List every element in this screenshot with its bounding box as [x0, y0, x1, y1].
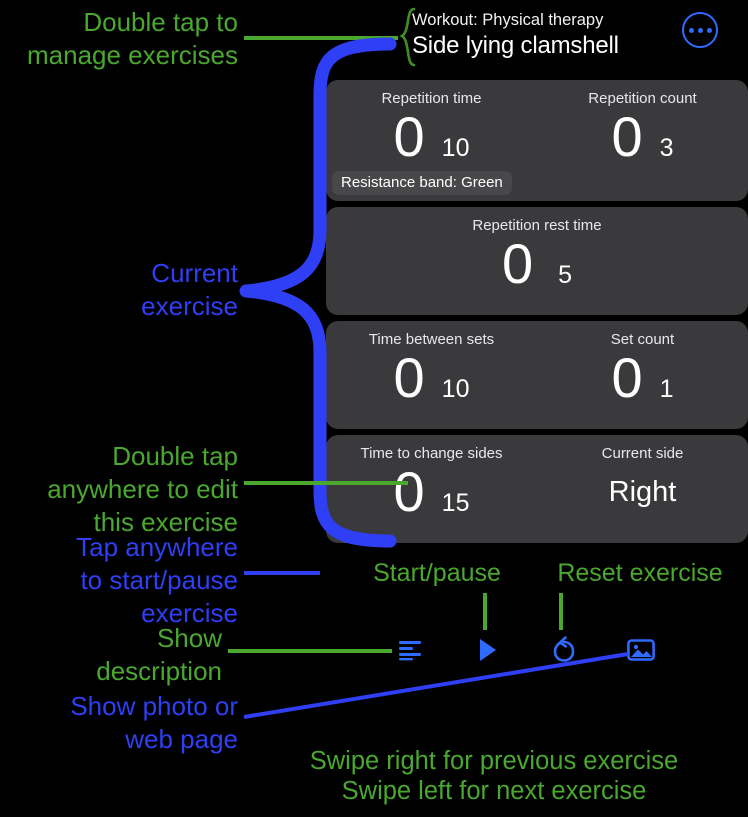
- workout-label: Workout: Physical therapy: [412, 11, 604, 29]
- play-triangle-glyph: [480, 639, 496, 661]
- annotation-swipe-hint: Swipe right for previous exercise Swipe …: [309, 747, 679, 805]
- photo-image-glyph: [627, 639, 655, 661]
- exercise-title: Side lying clamshell: [412, 32, 619, 59]
- set-count-value: 0: [611, 346, 642, 409]
- time-to-change-sides-values: 0 15: [326, 464, 537, 526]
- time-between-sets-column[interactable]: Time between sets 0 10: [326, 321, 537, 412]
- annotation-edit-exercise: Double tap anywhere to edit this exercis…: [47, 441, 238, 537]
- repetition-time-column[interactable]: Repetition time 0 10: [326, 80, 537, 171]
- sets-card-columns: Time between sets 0 10 Set count 0 1: [326, 321, 748, 412]
- repetition-count-label: Repetition count: [588, 90, 697, 107]
- reset-arrow-glyph: [553, 636, 575, 662]
- set-count-values: 0 1: [537, 350, 748, 412]
- time-between-sets-target: 10: [441, 375, 470, 403]
- play-triangle-icon[interactable]: [466, 628, 510, 672]
- time-between-sets-label: Time between sets: [368, 331, 495, 348]
- set-count-label: Set count: [610, 331, 675, 348]
- annotation-manage-exercises: Double tap to manage exercises: [27, 7, 238, 70]
- resistance-band-badge: Resistance band: Green: [332, 171, 512, 195]
- annotation-toolbar-start-pause: Start/pause: [373, 559, 501, 587]
- repetition-rest-columns: Repetition rest time 0 5: [326, 207, 748, 298]
- repetition-time-target: 10: [441, 134, 470, 162]
- ellipsis-dot-3: [706, 27, 712, 33]
- repetition-card-columns: Repetition time 0 10 Repetition count 0 …: [326, 80, 748, 171]
- current-side-label: Current side: [601, 445, 684, 462]
- ellipsis-dot-2: [697, 27, 703, 33]
- header-text-block[interactable]: Workout: Physical therapy Side lying cla…: [412, 9, 670, 61]
- ellipsis-circle-icon[interactable]: [682, 12, 718, 48]
- repetition-rest-column[interactable]: Repetition rest time 0 5: [326, 207, 748, 298]
- repetition-card[interactable]: Repetition time 0 10 Repetition count 0 …: [326, 80, 748, 201]
- repetition-rest-value: 0: [501, 232, 533, 295]
- repetition-count-column[interactable]: Repetition count 0 3: [537, 80, 748, 171]
- current-side-values: Right: [537, 464, 748, 526]
- time-to-change-sides-label: Time to change sides: [360, 445, 503, 462]
- repetition-count-values: 0 3: [537, 109, 748, 171]
- sides-card-columns: Time to change sides 0 15 Current side R…: [326, 435, 748, 526]
- current-side-column[interactable]: Current side Right: [537, 435, 748, 526]
- repetition-rest-target: 5: [558, 261, 573, 289]
- time-to-change-sides-value: 0: [393, 460, 425, 523]
- time-between-sets-values: 0 10: [326, 350, 537, 412]
- sides-card[interactable]: Time to change sides 0 15 Current side R…: [326, 435, 748, 543]
- ellipsis-dot-1: [688, 27, 694, 33]
- repetition-rest-label: Repetition rest time: [472, 217, 602, 234]
- repetition-time-label: Repetition time: [381, 90, 482, 107]
- time-to-change-sides-column[interactable]: Time to change sides 0 15: [326, 435, 537, 526]
- annotation-show-photo: Show photo or web page: [70, 691, 238, 754]
- annotation-tap-start-pause: Tap anywhere to start/pause exercise: [76, 532, 238, 628]
- exercise-cards: Repetition time 0 10 Repetition count 0 …: [326, 80, 748, 549]
- description-lines-glyph: [399, 641, 421, 661]
- reset-arrow-icon[interactable]: [542, 628, 586, 672]
- repetition-rest-values: 0 5: [326, 236, 748, 298]
- repetition-time-values: 0 10: [326, 109, 537, 171]
- exercise-app-panel: Workout: Physical therapy Side lying cla…: [326, 0, 748, 817]
- repetition-time-value: 0: [393, 105, 425, 168]
- photo-image-icon[interactable]: [619, 628, 663, 672]
- exercise-toolbar: [326, 628, 748, 680]
- time-to-change-sides-target: 15: [441, 489, 470, 517]
- sets-card[interactable]: Time between sets 0 10 Set count 0 1: [326, 321, 748, 429]
- repetition-count-target: 3: [659, 134, 674, 162]
- app-header: Workout: Physical therapy Side lying cla…: [326, 6, 748, 74]
- annotation-show-description: Show description: [96, 623, 222, 686]
- set-count-target: 1: [659, 375, 674, 403]
- repetition-count-value: 0: [611, 105, 642, 168]
- annotation-toolbar-reset: Reset exercise: [557, 559, 723, 587]
- set-count-column[interactable]: Set count 0 1: [537, 321, 748, 412]
- repetition-rest-card[interactable]: Repetition rest time 0 5: [326, 207, 748, 315]
- time-between-sets-value: 0: [393, 346, 425, 409]
- current-side-value: Right: [608, 476, 677, 508]
- description-lines-icon[interactable]: [388, 628, 432, 672]
- annotation-current-exercise: Current exercise: [141, 258, 238, 321]
